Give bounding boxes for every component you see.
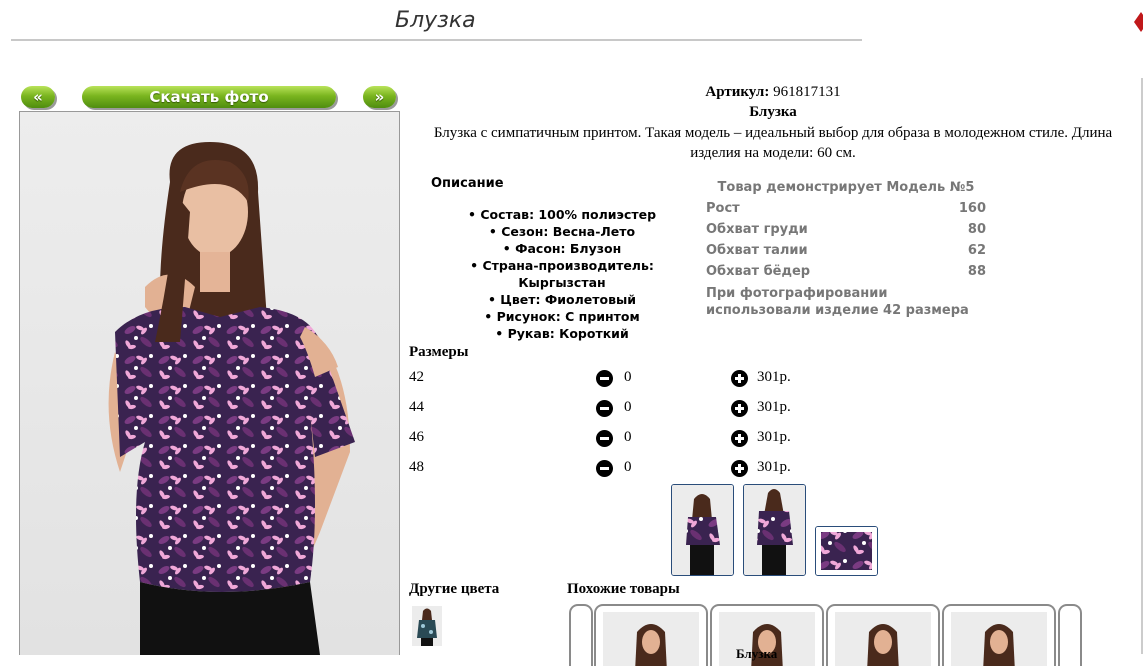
download-photo-button[interactable]: Скачать фото <box>82 86 336 108</box>
similar-product-photo <box>867 624 899 666</box>
size-row: 42 0 301р. <box>409 369 829 389</box>
model-row-label: Обхват груди <box>706 222 808 237</box>
model-heading: Товар демонстрирует Модель №5 <box>717 180 975 195</box>
model-row-value: 88 <box>967 264 986 279</box>
prev-photo-button[interactable]: « <box>21 86 55 108</box>
similar-product-caption: Блузка <box>736 646 778 661</box>
similar-product-card[interactable] <box>826 604 940 666</box>
sizes-title: Размеры <box>409 344 469 360</box>
thumbnail-image <box>744 485 805 575</box>
photo-thumbnail[interactable] <box>815 526 878 576</box>
model-note: При фотографировании использовали издели… <box>706 286 969 318</box>
photo-thumbnail[interactable] <box>671 484 734 576</box>
spec-item: Рисунок: С принтом <box>432 308 692 325</box>
size-qty: 0 <box>624 369 632 385</box>
thumbnail-image <box>816 527 877 575</box>
spec-item: Фасон: Блузон <box>432 240 692 257</box>
thumbnail-image <box>672 485 733 575</box>
specs-title: Описание <box>431 176 504 191</box>
similar-product-image <box>603 612 699 666</box>
product-description: Блузка с симпатичным принтом. Такая моде… <box>433 125 1113 161</box>
size-label: 44 <box>409 399 424 415</box>
article-line: Артикул: 961817131 <box>409 82 1137 102</box>
main-product-photo[interactable] <box>19 111 400 655</box>
logo-icon <box>1134 12 1143 32</box>
next-photo-button[interactable]: » <box>363 86 396 108</box>
size-price: 301р. <box>757 369 791 385</box>
similar-product-image <box>951 612 1047 666</box>
spec-item: Рукав: Короткий <box>432 325 692 342</box>
size-qty: 0 <box>624 459 632 475</box>
size-row: 48 0 301р. <box>409 459 829 479</box>
article-label: Артикул: <box>705 84 770 100</box>
model-row-value: 62 <box>967 243 986 258</box>
minus-icon[interactable] <box>596 370 613 387</box>
size-qty: 0 <box>624 429 632 445</box>
model-row: Рост 160 <box>706 201 986 222</box>
model-row-label: Обхват бёдер <box>706 264 811 279</box>
similar-products-title: Похожие товары <box>567 581 680 597</box>
similar-scroll-right[interactable] <box>1058 604 1082 666</box>
model-row-value: 80 <box>967 222 986 237</box>
similar-product-card[interactable] <box>942 604 1056 666</box>
size-price: 301р. <box>757 429 791 445</box>
size-label: 46 <box>409 429 424 445</box>
model-photo-image <box>108 142 355 655</box>
model-row: Обхват груди 80 <box>706 222 986 243</box>
similar-product-photo <box>635 624 667 666</box>
plus-icon[interactable] <box>731 460 748 477</box>
model-row: Обхват талии 62 <box>706 243 986 264</box>
plus-icon[interactable] <box>731 370 748 387</box>
other-color-image <box>412 606 442 646</box>
model-row-value: 160 <box>958 201 986 216</box>
model-measurements: Товар демонстрирует Модель №5 Рост 160 Об… <box>706 180 986 319</box>
spec-item: Цвет: Фиолетовый <box>432 291 692 308</box>
model-row-label: Обхват талии <box>706 243 808 258</box>
model-row-label: Рост <box>706 201 740 216</box>
size-qty: 0 <box>624 399 632 415</box>
plus-icon[interactable] <box>731 400 748 417</box>
size-label: 42 <box>409 369 424 385</box>
similar-product-card[interactable] <box>594 604 708 666</box>
size-row: 44 0 301р. <box>409 399 829 419</box>
page-title: Блузка <box>395 8 476 33</box>
minus-icon[interactable] <box>596 430 613 447</box>
size-label: 48 <box>409 459 424 475</box>
title-divider <box>11 39 862 41</box>
minus-icon[interactable] <box>596 400 613 417</box>
other-colors-title: Другие цвета <box>409 581 500 597</box>
specs-list: Состав: 100% полиэстер Сезон: Весна-Лето… <box>432 206 692 342</box>
spec-item: Сезон: Весна-Лето <box>432 223 692 240</box>
similar-scroll-left[interactable] <box>569 604 593 666</box>
similar-product-photo <box>983 624 1015 666</box>
other-color-thumbnail[interactable] <box>412 606 442 646</box>
plus-icon[interactable] <box>731 430 748 447</box>
article-value: 961817131 <box>773 84 841 100</box>
size-price: 301р. <box>757 459 791 475</box>
model-row: Обхват бёдер 88 <box>706 264 986 285</box>
similar-product-image <box>835 612 931 666</box>
minus-icon[interactable] <box>596 460 613 477</box>
spec-item: Состав: 100% полиэстер <box>432 206 692 223</box>
product-name: Блузка <box>749 104 797 120</box>
product-info: Артикул: 961817131 Блузка Блузка с симпа… <box>409 82 1137 163</box>
size-row: 46 0 301р. <box>409 429 829 449</box>
photo-thumbnail[interactable] <box>743 484 806 576</box>
spec-item: Страна-производитель: Кыргызстан <box>432 257 692 291</box>
size-price: 301р. <box>757 399 791 415</box>
